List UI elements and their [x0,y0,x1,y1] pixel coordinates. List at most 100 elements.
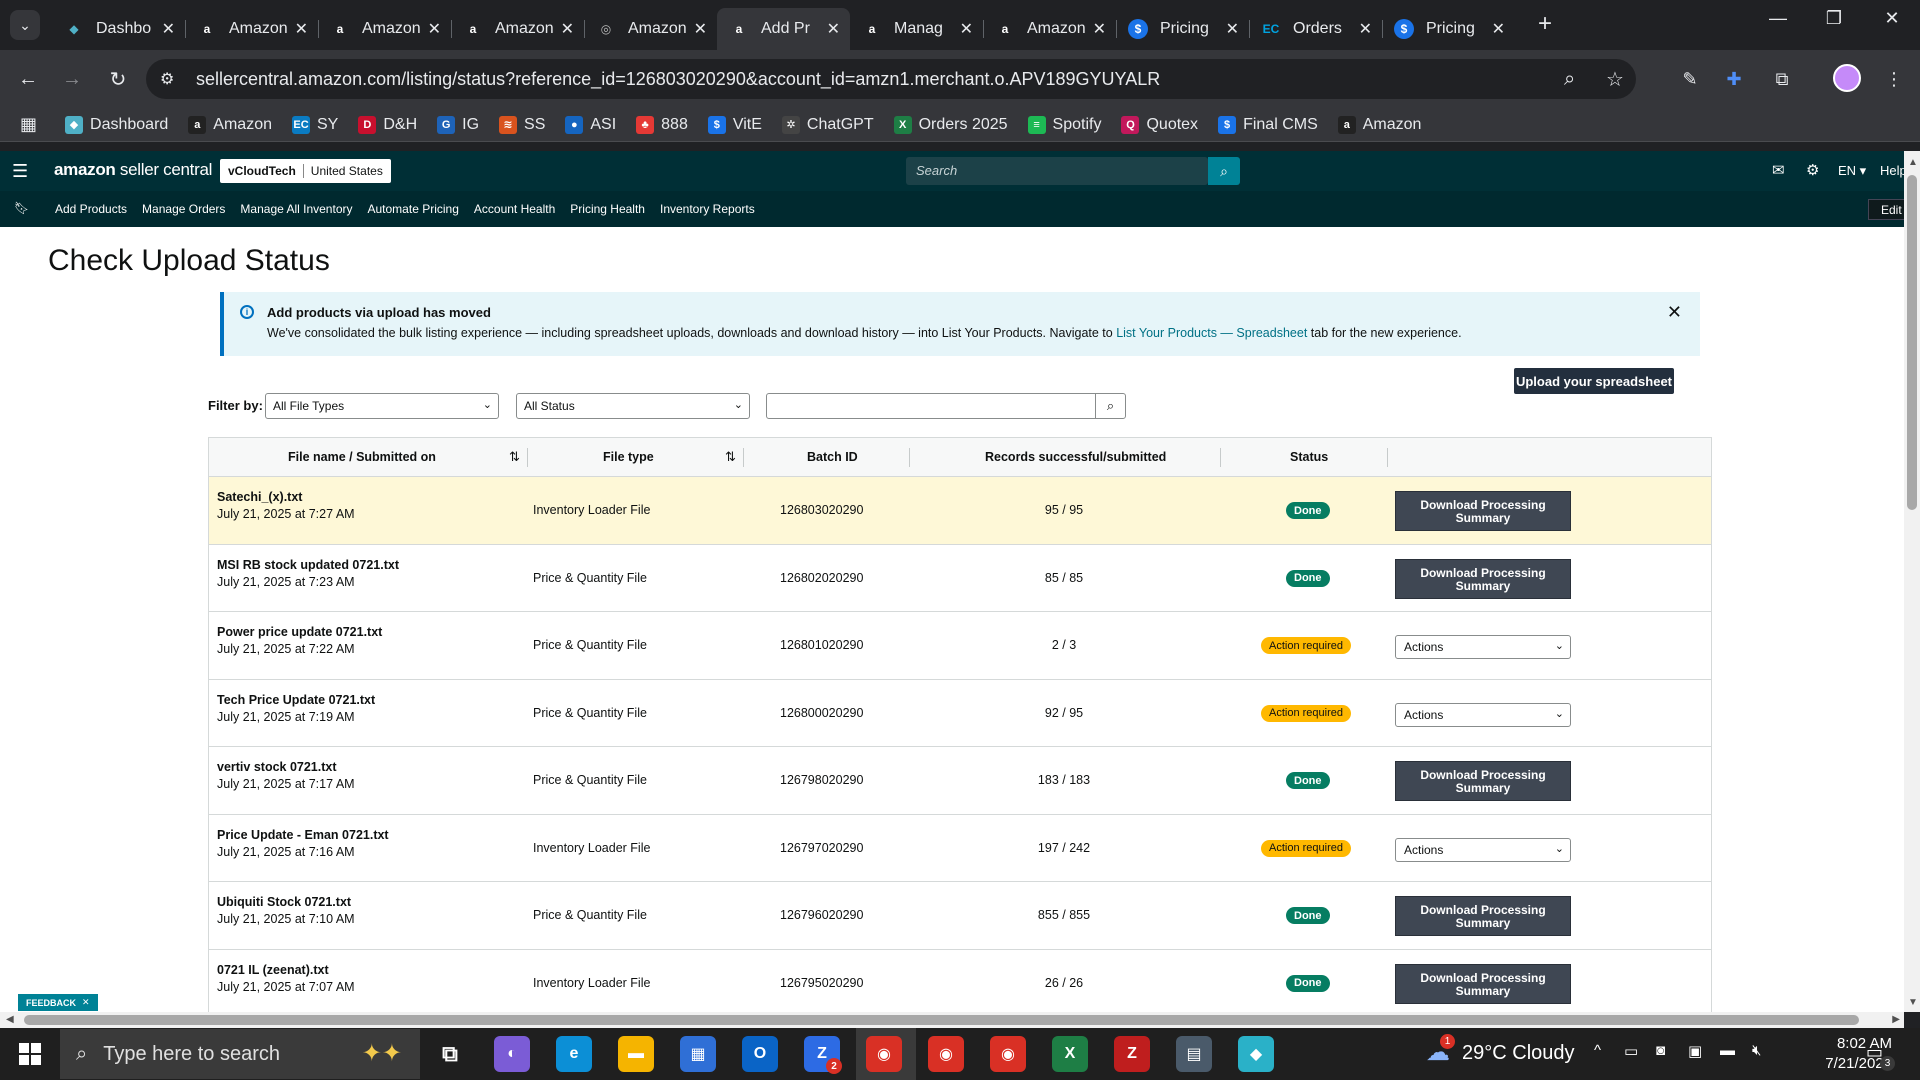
windows-start-button[interactable] [0,1028,60,1080]
extension-feather-icon[interactable]: ✎ [1676,65,1704,93]
banner-link[interactable]: List Your Products — Spreadsheet [1116,326,1307,340]
browser-tab[interactable]: a Amazon ✕ [185,11,318,47]
bookmark-item[interactable]: ♣ 888 [636,115,688,134]
bookmark-item[interactable]: $ VitE [707,115,762,134]
tab-close-icon[interactable]: ✕ [1093,19,1106,39]
hamburger-menu-icon[interactable]: ☰ [12,161,28,182]
feedback-tab[interactable]: FEEDBACK ✕ [18,994,98,1011]
browser-tab[interactable]: EC Orders ✕ [1249,11,1382,47]
scroll-up-arrow-icon[interactable]: ▲ [1908,157,1918,168]
actions-dropdown[interactable]: Actions ⌄ [1395,635,1571,659]
forward-icon[interactable]: → [56,63,88,95]
bookmark-item[interactable]: G IG [437,115,479,134]
settings-gear-icon[interactable]: ⚙ [1806,161,1819,179]
excel-icon[interactable]: X [1052,1036,1088,1072]
task-view-icon[interactable]: ⧉ [432,1036,468,1072]
language-selector[interactable]: EN ▾ [1838,163,1866,179]
download-processing-summary-button[interactable]: Download Processing Summary [1395,558,1571,599]
sort-icon[interactable]: ⇅ [725,449,736,465]
chrome-profile-icon[interactable]: ◉ [928,1036,964,1072]
bookmark-item[interactable]: a Amazon [1337,115,1421,134]
tab-close-icon[interactable]: ✕ [1226,19,1239,39]
download-processing-summary-button[interactable]: Download Processing Summary [1395,761,1571,801]
tab-close-icon[interactable]: ✕ [561,19,574,39]
tab-close-icon[interactable]: ✕ [827,19,840,39]
seller-search-button[interactable]: ⌕ [1208,157,1240,185]
tab-close-icon[interactable]: ✕ [1359,19,1372,39]
amazon-seller-central-logo[interactable]: amazon seller central [54,160,212,180]
bookmark-item[interactable]: D D&H [358,115,417,134]
filezilla-icon[interactable]: Z [1114,1036,1150,1072]
volume-muted-icon[interactable]: 🔇︎ [1752,1042,1761,1059]
extensions-icon[interactable]: ⧉ [1768,65,1796,93]
bookmark-item[interactable]: ✲ ChatGPT [781,115,874,134]
nav-item[interactable]: Add Products [55,202,127,216]
header-file-name[interactable]: File name / Submitted on [288,450,436,464]
outlook-icon[interactable]: O [742,1036,778,1072]
header-file-type[interactable]: File type [603,450,654,464]
account-switcher[interactable]: vCloudTech United States [220,159,391,183]
file-type-filter[interactable]: All File Types ⌄ [265,393,499,419]
reload-icon[interactable]: ↻ [102,63,134,95]
tab-search-button[interactable]: ⌄ [10,10,40,40]
tab-close-icon[interactable]: ✕ [960,19,973,39]
browser-tab[interactable]: a Amazon ✕ [451,11,584,47]
browser-tab[interactable]: ◎ Amazon ✕ [584,11,717,47]
tab-close-icon[interactable]: ✕ [162,19,175,39]
bookmark-item[interactable]: Q Quotex [1121,115,1198,134]
download-processing-summary-button[interactable]: Download Processing Summary [1395,896,1571,936]
zoom-icon[interactable]: ⌕ [1564,59,1575,99]
browser-tab[interactable]: a Manag ✕ [850,11,983,47]
mail-icon[interactable]: ✉ [1772,161,1785,179]
browser-tab[interactable]: a Add Pr ✕ [717,8,850,50]
show-hidden-icons-icon[interactable]: ^ [1594,1042,1601,1059]
bookmark-item[interactable]: ≡ Spotify [1027,115,1101,134]
app-diamond-icon[interactable]: ◆ [1238,1036,1274,1072]
help-link[interactable]: Help [1880,163,1904,178]
feedback-close-icon[interactable]: ✕ [82,997,90,1008]
banner-close-icon[interactable]: ✕ [1667,302,1682,323]
extension-puzzle-blue-icon[interactable]: ✚ [1720,65,1748,93]
battery-icon[interactable]: ▬ [1720,1042,1735,1059]
nav-item[interactable]: Account Health [474,202,555,216]
display-icon[interactable]: ▭ [1624,1042,1638,1060]
browser-tab[interactable]: $ Pricing ✕ [1116,11,1249,47]
restore-icon[interactable]: ❐ [1814,8,1854,29]
bookmark-item[interactable]: EC SY [292,115,338,134]
zoom-icon[interactable]: Z2 [804,1036,842,1074]
browser-tab[interactable]: $ Pricing ✕ [1382,11,1515,47]
bookmark-item[interactable]: ◆ Dashboard [65,115,168,134]
menu-kebab-icon[interactable]: ⋮ [1880,65,1908,93]
browser-tab[interactable]: a Amazon ✕ [318,11,451,47]
seller-search-input[interactable]: Search [906,157,1208,185]
new-tab-button[interactable]: + [1530,10,1560,38]
tab-close-icon[interactable]: ✕ [694,19,707,39]
nav-item[interactable]: Manage Orders [142,202,225,216]
chrome-icon[interactable]: ◉ [866,1036,902,1072]
taskbar-search-box[interactable]: ⌕ Type here to search ✦✦ [60,1029,420,1079]
chrome-2-icon[interactable]: ◉ [990,1036,1026,1072]
profile-avatar[interactable] [1833,64,1861,92]
copilot-icon[interactable]: ◐ [494,1036,530,1072]
download-processing-summary-button[interactable]: Download Processing Summary [1395,963,1571,1004]
tab-close-icon[interactable]: ✕ [1492,19,1505,39]
nav-item[interactable]: Inventory Reports [660,202,755,216]
close-window-icon[interactable]: ✕ [1872,8,1912,29]
actions-dropdown[interactable]: Actions ⌄ [1395,837,1571,862]
file-explorer-icon[interactable]: ▬ [618,1036,654,1072]
nav-item[interactable]: Pricing Health [570,202,645,216]
scroll-left-arrow-icon[interactable]: ◀ [6,1014,14,1025]
vertical-scroll-thumb[interactable] [1907,175,1917,510]
horizontal-scrollbar[interactable]: ◀ ▶ [0,1012,1904,1028]
tab-close-icon[interactable]: ✕ [428,19,441,39]
table-search-button[interactable]: ⌕ [1095,393,1126,419]
edit-nav-button[interactable]: Edit [1868,199,1904,220]
apps-grid-icon[interactable]: ▦ [20,114,37,135]
browser-tab[interactable]: a Amazon ✕ [983,11,1116,47]
bookmark-star-icon[interactable]: ☆ [1606,59,1624,99]
back-icon[interactable]: ← [12,63,44,95]
minimize-icon[interactable]: — [1758,8,1798,29]
address-bar[interactable]: ⚙ sellercentral.amazon.com/listing/statu… [146,59,1636,99]
edge-icon[interactable]: e [556,1036,592,1072]
bookmark-item[interactable]: ≋ SS [499,115,545,134]
